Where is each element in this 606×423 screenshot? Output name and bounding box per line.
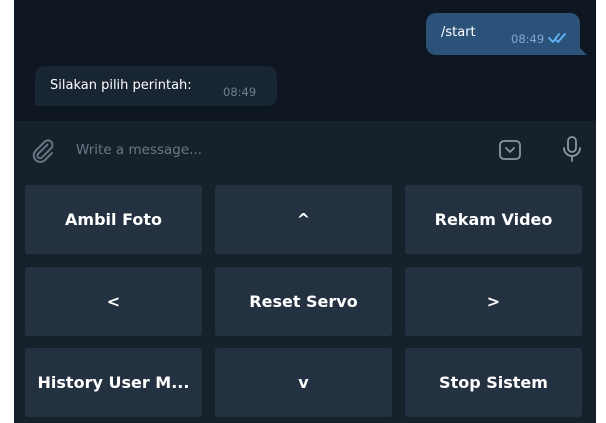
incoming-message[interactable]: Silakan pilih perintah: 08:49 bbox=[35, 66, 277, 106]
message-input[interactable] bbox=[76, 139, 436, 161]
stop-sistem-button[interactable]: Stop Sistem bbox=[405, 348, 582, 417]
ambil-foto-button[interactable]: Ambil Foto bbox=[25, 185, 202, 254]
arrow-left-button[interactable]: < bbox=[25, 267, 202, 336]
outgoing-message-text: /start bbox=[441, 25, 476, 40]
telegram-chat-window: /start 08:49 Silakan pilih perintah: 08:… bbox=[14, 0, 596, 423]
rekam-video-button[interactable]: Rekam Video bbox=[405, 185, 582, 254]
outgoing-message-time: 08:49 bbox=[511, 32, 545, 46]
reset-servo-button[interactable]: Reset Servo bbox=[215, 267, 392, 336]
arrow-down-button[interactable]: v bbox=[215, 348, 392, 417]
bubble-tail bbox=[579, 47, 587, 55]
double-check-icon bbox=[548, 33, 566, 43]
outgoing-message[interactable]: /start 08:49 bbox=[426, 13, 587, 55]
paperclip-icon[interactable] bbox=[30, 138, 56, 164]
microphone-icon[interactable] bbox=[560, 135, 584, 163]
incoming-message-time: 08:49 bbox=[223, 85, 257, 99]
emoji-keyboard-icon[interactable] bbox=[498, 138, 522, 162]
message-list: /start 08:49 Silakan pilih perintah: 08:… bbox=[14, 0, 596, 121]
history-user-button[interactable]: History User M... bbox=[25, 348, 202, 417]
reply-keyboard: Ambil Foto ^ Rekam Video < Reset Servo >… bbox=[14, 178, 596, 423]
arrow-right-button[interactable]: > bbox=[405, 267, 582, 336]
incoming-message-text: Silakan pilih perintah: bbox=[50, 78, 192, 93]
arrow-up-button[interactable]: ^ bbox=[215, 185, 392, 254]
message-composer bbox=[14, 121, 596, 178]
